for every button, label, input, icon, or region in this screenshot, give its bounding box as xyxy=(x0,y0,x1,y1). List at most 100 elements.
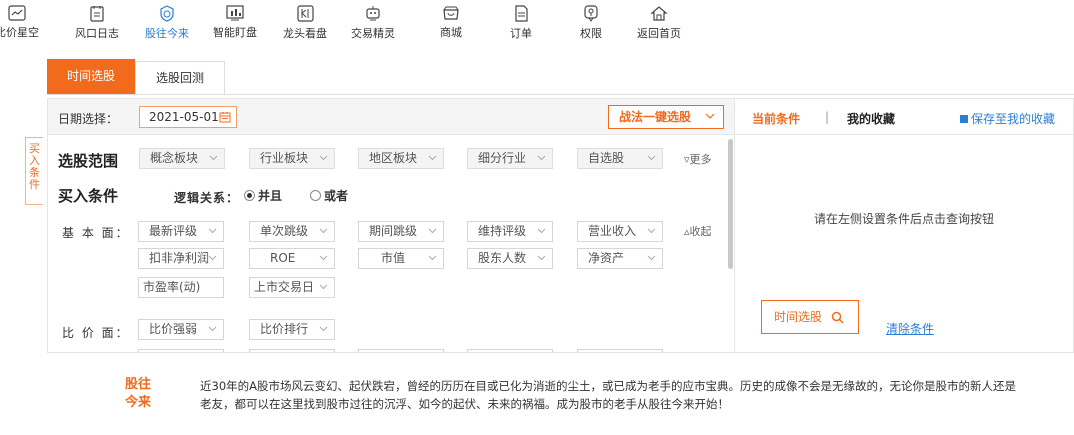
dropdown-region-sector[interactable]: 地区板块 xyxy=(358,148,444,169)
nav-label: 风口日志 xyxy=(75,27,119,40)
nav-item-bijia-xingkong[interactable]: 比价星空 xyxy=(0,0,53,46)
nav-item-fengkou-rizhi[interactable]: 风口日志 xyxy=(61,0,133,46)
radio-and[interactable]: 并且 xyxy=(244,187,282,204)
robot-icon xyxy=(366,6,380,21)
dropdown-label: ROE xyxy=(270,251,296,265)
separator: | xyxy=(825,110,830,124)
chevron-down-icon xyxy=(428,228,437,234)
nav-label: 权限 xyxy=(580,27,602,40)
chevron-down-icon xyxy=(208,326,217,332)
radio-or[interactable]: 或者 xyxy=(310,187,348,204)
permission-icon xyxy=(584,5,598,22)
dropdown-net-profit-deducted[interactable]: 扣非净利润 xyxy=(138,248,224,269)
nav-item-fanhui-shouye[interactable]: 返回首页 xyxy=(623,0,695,46)
chart-window-icon xyxy=(8,5,26,21)
nav-label: 智能盯盘 xyxy=(213,26,257,39)
shop-icon xyxy=(443,6,459,20)
nav-item-dingdan[interactable]: 订单 xyxy=(485,0,557,46)
dropdown-net-assets[interactable]: 净资产 xyxy=(577,248,663,269)
dropdown-maintain-rating[interactable]: 维持评级 xyxy=(467,221,553,242)
save-icon xyxy=(960,115,968,123)
dropdown-period-upgrade[interactable]: 期间跳级 xyxy=(358,221,444,242)
more-label: 更多 xyxy=(689,153,712,166)
quick-strategy-label: 战法一键选股 xyxy=(619,110,692,124)
dropdown-partial[interactable] xyxy=(138,349,224,352)
top-nav: 比价星空 风口日志 股往今来 智能盯盘 龙头看盘 交易精灵 商城 订单 权限 返… xyxy=(0,0,1074,46)
dropdown-label: 营业收入 xyxy=(588,224,637,238)
dropdown-label: 比价排行 xyxy=(260,322,309,336)
save-to-favorites-link[interactable]: 保存至我的收藏 xyxy=(960,110,1055,127)
dropdown-partial[interactable] xyxy=(358,349,444,352)
dropdown-single-upgrade[interactable]: 单次跳级 xyxy=(249,221,335,242)
dropdown-watchlist[interactable]: 自选股 xyxy=(577,148,663,169)
nav-item-quanxian[interactable]: 权限 xyxy=(555,0,627,46)
chevron-down-icon xyxy=(537,255,546,261)
buy-condition-side-tab[interactable]: 买 入 条 件 xyxy=(25,137,43,205)
nav-label: 返回首页 xyxy=(637,27,681,40)
dropdown-label: 净资产 xyxy=(588,251,625,265)
dropdown-roe[interactable]: ROE xyxy=(249,248,335,269)
nav-item-guwang-jinlai[interactable]: 股往今来 xyxy=(131,0,203,46)
date-input[interactable]: 2021-05-01 xyxy=(139,106,237,128)
side-tab-char: 件 xyxy=(29,178,40,191)
calendar-icon[interactable] xyxy=(219,111,231,123)
quick-strategy-select-button[interactable]: 战法一键选股 xyxy=(608,105,724,129)
dropdown-concept-sector[interactable]: 概念板块 xyxy=(139,148,225,169)
dropdown-industry-sector[interactable]: 行业板块 xyxy=(249,148,335,169)
collapse-link[interactable]: ▵收起 xyxy=(684,223,712,239)
home-icon xyxy=(650,6,668,21)
dropdown-label: 细分行业 xyxy=(478,151,527,165)
tab-backtest[interactable]: 选股回测 xyxy=(135,61,225,94)
dropdown-label: 市值 xyxy=(381,251,406,265)
chevron-down-icon xyxy=(319,284,328,290)
dropdown-label: 维持评级 xyxy=(478,224,527,238)
bar-chart-icon xyxy=(226,5,244,21)
nav-item-shangcheng[interactable]: 商城 xyxy=(415,0,487,46)
more-link[interactable]: ▿更多 xyxy=(684,151,712,167)
clear-conditions-link[interactable]: 清除条件 xyxy=(886,320,934,337)
dropdown-partial[interactable] xyxy=(467,349,553,352)
shield-clock-icon xyxy=(160,5,174,22)
condition-panel: 日期选择： 2021-05-01 战法一键选股 选股范围 概念板块 行业板块 地… xyxy=(47,98,735,353)
nav-item-longtou-kanpan[interactable]: 龙头看盘 xyxy=(269,0,341,46)
dropdown-sub-industry[interactable]: 细分行业 xyxy=(467,148,553,169)
dropdown-latest-rating[interactable]: 最新评级 xyxy=(138,221,224,242)
dropdown-pe-ratio[interactable]: 市盈率(动) xyxy=(138,277,224,298)
chevron-down-icon xyxy=(647,228,656,234)
nav-item-jiaoyi-jingling[interactable]: 交易精灵 xyxy=(337,0,409,46)
dropdown-market-cap[interactable]: 市值 xyxy=(358,248,444,269)
chevron-down-icon xyxy=(428,255,437,261)
dropdown-partial[interactable] xyxy=(249,349,335,352)
dropdown-compare-rank[interactable]: 比价排行 xyxy=(249,319,335,340)
scrollbar[interactable] xyxy=(728,139,733,269)
dropdown-partial[interactable] xyxy=(577,349,663,352)
nav-label: 比价星空 xyxy=(0,26,39,39)
nav-label: 交易精灵 xyxy=(351,27,395,40)
dropdown-label: 扣非净利润 xyxy=(149,251,210,265)
tab-divider xyxy=(47,94,1074,95)
tab-time-select[interactable]: 时间选股 xyxy=(47,59,135,94)
dropdown-label: 地区板块 xyxy=(369,151,418,165)
fundamentals-label: 基 本 面： xyxy=(62,226,130,240)
tab-my-favorites[interactable]: 我的收藏 xyxy=(847,110,895,127)
time-select-search-button[interactable]: 时间选股 xyxy=(761,300,859,334)
nav-label: 龙头看盘 xyxy=(283,27,327,40)
notebook-icon xyxy=(90,6,104,22)
chevron-down-icon xyxy=(319,255,328,261)
radio-label: 或者 xyxy=(324,189,349,203)
nav-label: 股往今来 xyxy=(145,27,189,40)
search-button-label: 时间选股 xyxy=(774,310,823,324)
search-icon xyxy=(831,311,844,324)
tab-current-conditions[interactable]: 当前条件 xyxy=(752,110,800,127)
dropdown-revenue[interactable]: 营业收入 xyxy=(577,221,663,242)
dropdown-compare-strength[interactable]: 比价强弱 xyxy=(138,319,224,340)
nav-label: 商城 xyxy=(440,26,462,39)
nav-item-zhineng-dingpan[interactable]: 智能盯盘 xyxy=(199,0,271,46)
save-label: 保存至我的收藏 xyxy=(971,112,1056,126)
dropdown-listing-days[interactable]: 上市交易日 xyxy=(249,277,335,298)
date-bar: 日期选择： 2021-05-01 战法一键选股 xyxy=(48,99,734,135)
dropdown-shareholders[interactable]: 股东人数 xyxy=(467,248,553,269)
radio-label: 并且 xyxy=(258,189,283,203)
chevron-down-icon xyxy=(647,155,656,161)
radio-dot xyxy=(244,190,255,201)
